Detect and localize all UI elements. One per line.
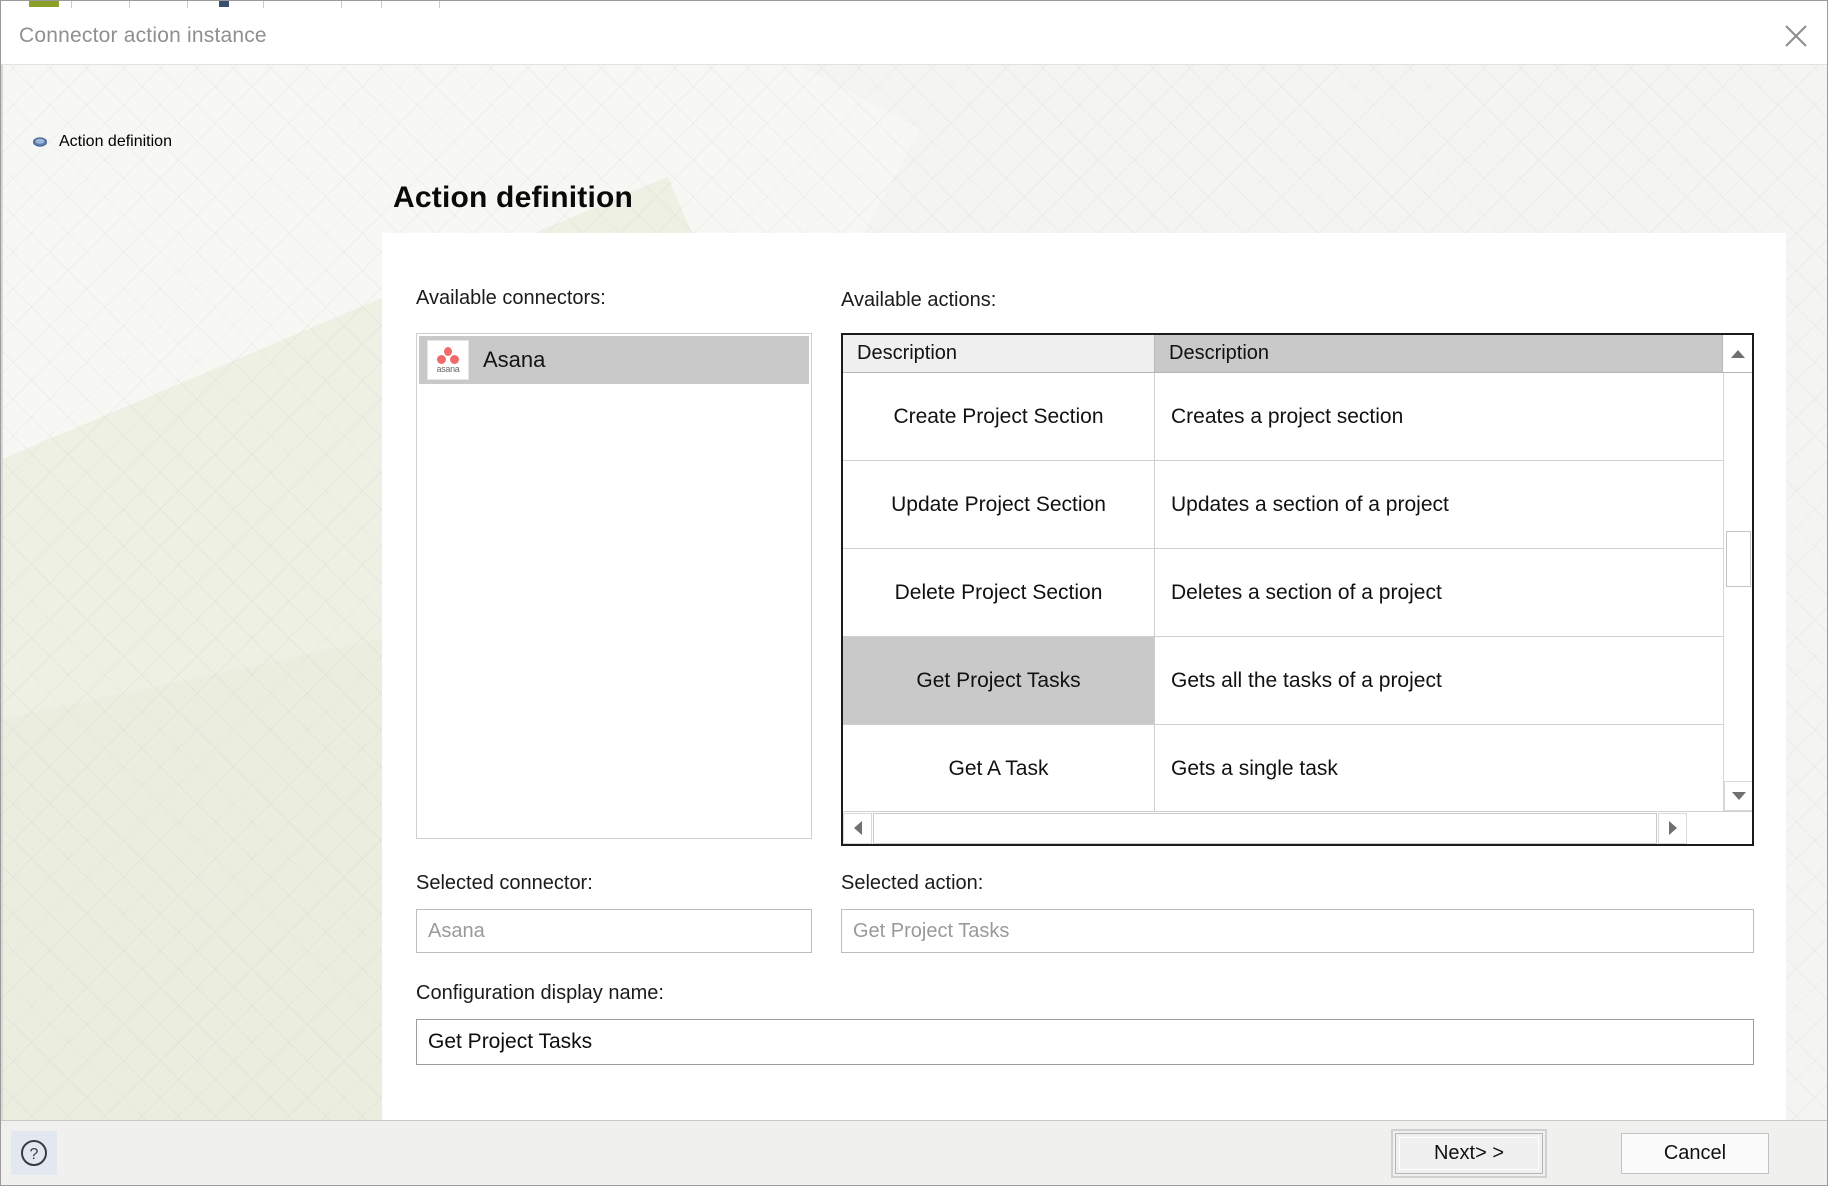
background-tick <box>263 1 264 8</box>
horizontal-scrollbar-thumb[interactable] <box>873 812 1657 844</box>
action-name: Update Project Section <box>843 461 1155 548</box>
connector-list-item-asana[interactable]: asana Asana <box>419 336 809 384</box>
svg-text:?: ? <box>30 1146 39 1163</box>
diamond-bullet-icon <box>33 135 47 149</box>
configuration-display-name-input[interactable]: Get Project Tasks <box>416 1019 1754 1065</box>
question-mark-icon[interactable]: ? <box>11 1131 57 1175</box>
available-connectors-list[interactable]: asana Asana <box>416 333 812 839</box>
scroll-right-button[interactable] <box>1658 812 1687 844</box>
dialog-body: Action definition Action definition Avai… <box>1 65 1827 1123</box>
action-name: Create Project Section <box>843 373 1155 460</box>
column-header-name[interactable]: Description <box>843 335 1155 372</box>
grid-header-row: Description Description <box>843 335 1752 373</box>
selected-connector-input[interactable]: Asana <box>416 909 812 953</box>
background-tick <box>439 1 440 8</box>
cancel-button-label: Cancel <box>1663 1142 1727 1164</box>
cancel-button[interactable]: Cancel <box>1621 1133 1769 1174</box>
sidebar-item-label: Action definition <box>59 133 172 150</box>
action-name: Get Project Tasks <box>843 637 1155 724</box>
action-description: Creates a project section <box>1171 404 1404 428</box>
action-description: Gets a single task <box>1171 756 1338 780</box>
action-description: Gets all the tasks of a project <box>1171 668 1442 692</box>
background-tick <box>71 1 72 8</box>
selected-action-label: Selected action: <box>841 872 984 894</box>
asana-logo-icon: asana <box>427 340 469 380</box>
available-connectors-label: Available connectors: <box>416 287 606 309</box>
grid-rows: Create Project Section Creates a project… <box>843 373 1752 811</box>
dialog-title: Connector action instance <box>19 24 267 47</box>
available-actions-label: Available actions: <box>841 289 997 311</box>
background-tick <box>341 1 342 8</box>
background-app-olive-marker <box>29 1 59 7</box>
scroll-down-button[interactable] <box>1724 781 1752 811</box>
action-description: Deletes a section of a project <box>1171 580 1442 604</box>
configuration-display-name-label: Configuration display name: <box>416 982 664 1004</box>
selected-action-input[interactable]: Get Project Tasks <box>841 909 1754 953</box>
close-icon[interactable] <box>1763 8 1827 64</box>
table-row[interactable]: Delete Project Section Deletes a section… <box>843 549 1752 637</box>
action-description: Updates a section of a project <box>1171 492 1449 516</box>
grid-horizontal-scrollbar[interactable] <box>843 811 1752 844</box>
connector-name: Asana <box>483 347 546 372</box>
background-tick <box>381 1 382 8</box>
table-row[interactable]: Create Project Section Creates a project… <box>843 373 1752 461</box>
selected-connector-label: Selected connector: <box>416 872 593 894</box>
available-actions-grid[interactable]: Description Description Create Project S… <box>841 333 1754 846</box>
action-name: Delete Project Section <box>843 549 1155 636</box>
scroll-up-button[interactable] <box>1722 335 1752 372</box>
wizard-step-sidebar: Action definition <box>1 65 391 1123</box>
column-header-description[interactable]: Description <box>1155 335 1722 372</box>
table-row[interactable]: Update Project Section Updates a section… <box>843 461 1752 549</box>
table-row-selected[interactable]: Get Project Tasks Gets all the tasks of … <box>843 637 1752 725</box>
asana-dots <box>435 346 461 364</box>
background-tick <box>187 1 188 8</box>
asana-wordmark: asana <box>436 363 460 374</box>
grid-vertical-scrollbar[interactable] <box>1723 373 1752 811</box>
dialog-title-bar: Connector action instance <box>1 8 1827 65</box>
background-app-blue-marker <box>219 1 229 7</box>
connector-action-instance-dialog: Connector action instance Action definit… <box>0 0 1828 1186</box>
sidebar-item-action-definition[interactable]: Action definition <box>33 133 172 151</box>
next-button[interactable]: Next> > <box>1391 1129 1547 1178</box>
vertical-scrollbar-thumb[interactable] <box>1726 531 1751 587</box>
page-title: Action definition <box>393 181 634 214</box>
next-button-label: Next> > <box>1433 1142 1505 1164</box>
dialog-footer: ? Next> > Cancel <box>1 1120 1827 1185</box>
scroll-left-button[interactable] <box>843 812 872 844</box>
table-row[interactable]: Get A Task Gets a single task <box>843 725 1752 811</box>
action-name: Get A Task <box>843 725 1155 811</box>
background-tick <box>129 1 130 8</box>
